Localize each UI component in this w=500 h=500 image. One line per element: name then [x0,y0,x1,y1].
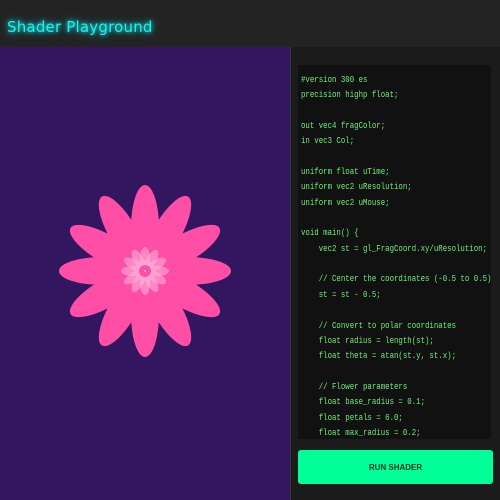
app-header: Shader Playground [0,0,500,47]
shader-playground-app: Shader Playground #version 300 es precis… [0,0,500,500]
editor-panel: #version 300 es precision highp float; o… [291,47,500,500]
app-title: Shader Playground [7,18,153,36]
run-shader-button[interactable]: RUN SHADER [298,450,493,484]
shader-code[interactable]: #version 300 es precision highp float; o… [301,73,491,439]
shader-canvas[interactable] [0,47,290,500]
flower-center [139,265,151,277]
shader-output-flower [59,185,231,357]
code-editor[interactable]: #version 300 es precision highp float; o… [298,65,491,439]
